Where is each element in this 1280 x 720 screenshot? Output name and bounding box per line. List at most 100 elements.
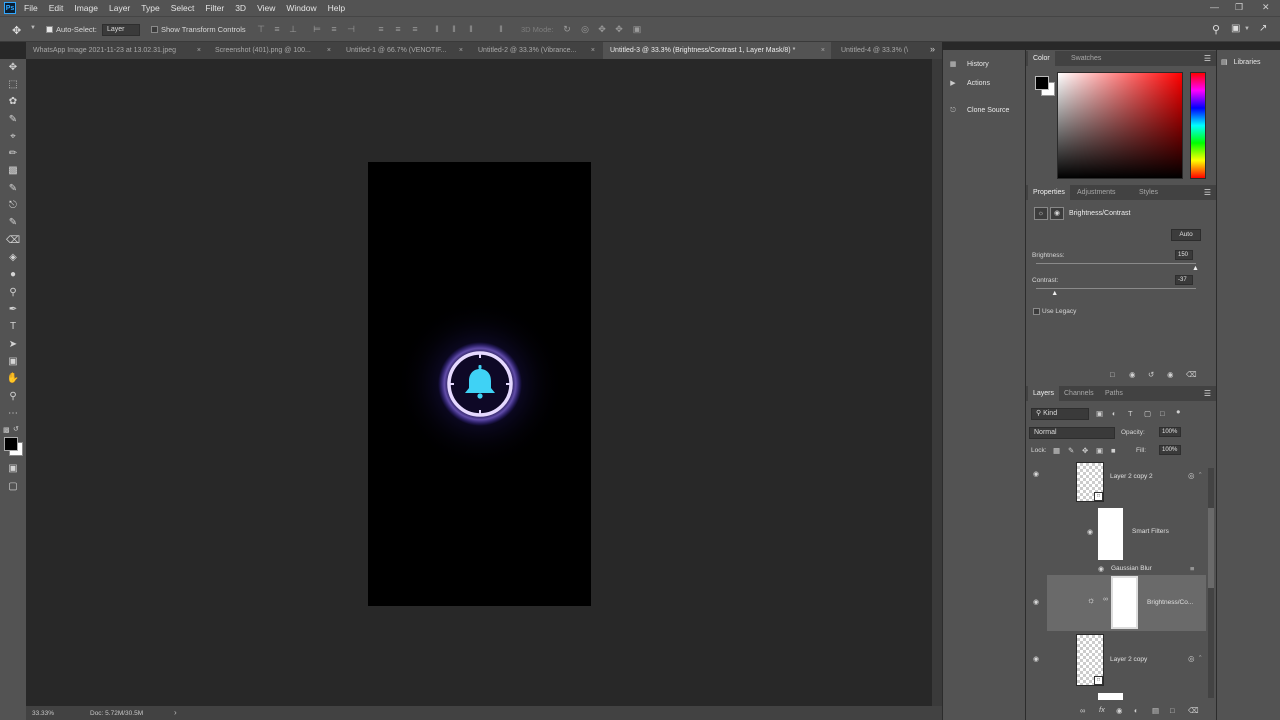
color-field[interactable] xyxy=(1057,72,1183,179)
panel-menu-icon[interactable]: ☰ xyxy=(1204,51,1211,66)
filter-adjustment-icon[interactable]: ◐ xyxy=(1112,409,1117,418)
lasso-tool-icon[interactable]: ✿ xyxy=(6,95,20,109)
distribute-right-icon[interactable]: ‖ xyxy=(466,24,476,34)
foreground-color-swatch[interactable] xyxy=(1035,76,1049,90)
new-adjustment-icon[interactable]: ◐ xyxy=(1134,706,1139,715)
visibility-eye-icon[interactable]: ◉ xyxy=(1033,655,1039,663)
tab-document[interactable]: Untitled-1 @ 66.7% (VENOTIF... × xyxy=(339,42,469,59)
quick-mask-icon[interactable]: ▣ xyxy=(6,462,20,476)
marquee-tool-icon[interactable]: ⬚ xyxy=(6,78,20,92)
lock-transparent-icon[interactable]: ▦ xyxy=(1053,446,1060,455)
close-icon[interactable]: × xyxy=(327,42,331,59)
panel-menu-icon[interactable]: ☰ xyxy=(1204,386,1211,401)
tab-document[interactable]: WhatsApp Image 2021-11-23 at 13.02.31.jp… xyxy=(26,42,207,59)
visibility-eye-icon[interactable]: ◉ xyxy=(1087,528,1093,536)
hue-slider[interactable] xyxy=(1190,72,1206,179)
tab-document[interactable]: Screenshot (401).png @ 100... × xyxy=(208,42,337,59)
contrast-slider-track[interactable] xyxy=(1036,288,1196,289)
scrollbar-thumb[interactable] xyxy=(1208,508,1214,588)
layer-row[interactable]: ◉ □ Layer 2 copy ◎ ˆ xyxy=(1026,632,1206,688)
tab-channels[interactable]: Channels xyxy=(1059,386,1099,401)
foreground-color-swatch[interactable] xyxy=(4,437,18,451)
tabs-overflow-icon[interactable]: » xyxy=(930,44,935,54)
delete-icon[interactable]: ⌫ xyxy=(1186,370,1197,379)
fx-icon[interactable]: fx xyxy=(1099,705,1105,714)
3d-slide-icon[interactable]: ✥ xyxy=(614,24,624,34)
align-right-icon[interactable]: ⊣ xyxy=(346,24,356,34)
visibility-icon[interactable]: ◉ xyxy=(1167,370,1174,379)
close-icon[interactable]: × xyxy=(591,42,595,59)
menu-edit[interactable]: Edit xyxy=(49,3,64,13)
menu-type[interactable]: Type xyxy=(141,3,159,13)
brightness-value-input[interactable]: 150 xyxy=(1175,250,1193,260)
paint-bucket-tool-icon[interactable]: ◈ xyxy=(6,251,20,265)
more-tools-icon[interactable]: ⋯ xyxy=(6,407,20,421)
3d-pan-icon[interactable]: ✥ xyxy=(597,24,607,34)
search-icon[interactable]: ⚲ xyxy=(1212,23,1220,36)
menu-help[interactable]: Help xyxy=(328,3,345,13)
fill-input[interactable]: 100% xyxy=(1159,445,1181,455)
use-legacy-checkbox[interactable] xyxy=(1033,308,1040,315)
menu-view[interactable]: View xyxy=(257,3,275,13)
hand-tool-icon[interactable]: ✋ xyxy=(6,372,20,386)
delete-layer-icon[interactable]: ⌫ xyxy=(1188,706,1199,715)
layer-name[interactable]: Brightness/Co... xyxy=(1147,599,1193,606)
view-previous-icon[interactable]: ◉ xyxy=(1129,370,1136,379)
layer-row-selected[interactable]: ☼ ∞ Brightness/Co... xyxy=(1047,575,1206,631)
smart-filters-row[interactable]: ◉ Smart Filters xyxy=(1026,506,1206,564)
brightness-slider-track[interactable] xyxy=(1036,263,1196,264)
brightness-slider-thumb[interactable]: ▲ xyxy=(1192,265,1199,272)
layer-mask-thumbnail[interactable] xyxy=(1111,576,1138,629)
move-tool-icon[interactable]: ✥ xyxy=(12,24,21,37)
align-bottom-icon[interactable]: ⊥ xyxy=(288,24,298,34)
filter-smart-object-icon[interactable]: □ xyxy=(1160,409,1165,418)
menu-filter[interactable]: Filter xyxy=(205,3,224,13)
reset-icon[interactable]: ↺ xyxy=(1148,370,1154,379)
layers-scrollbar[interactable] xyxy=(1208,468,1214,698)
add-mask-icon[interactable]: ◉ xyxy=(1116,706,1123,715)
tab-styles[interactable]: Styles xyxy=(1134,185,1163,200)
crop-tool-icon[interactable]: ⌖ xyxy=(6,130,20,144)
filter-kind-dropdown[interactable]: ⚲ Kind xyxy=(1031,408,1089,420)
show-transform-checkbox[interactable] xyxy=(151,26,158,33)
blending-options-icon[interactable]: ≡ xyxy=(1190,564,1194,573)
brush-tool-icon[interactable]: ✎ xyxy=(6,182,20,196)
align-hcenter-icon[interactable]: ≡ xyxy=(329,24,339,34)
layer-name[interactable]: Layer 2 copy 2 xyxy=(1110,473,1153,480)
chevron-up-icon[interactable]: ˆ xyxy=(1199,654,1202,663)
tab-document[interactable]: Untitled-4 @ 33.3% (\ xyxy=(834,42,924,59)
menu-layer[interactable]: Layer xyxy=(109,3,130,13)
link-icon[interactable]: ∞ xyxy=(1103,596,1108,603)
lock-position-icon[interactable]: ✥ xyxy=(1082,446,1088,455)
3d-scale-icon[interactable]: ▣ xyxy=(632,24,642,34)
healing-tool-icon[interactable]: ▩ xyxy=(6,164,20,178)
zoom-level[interactable]: 33.33% xyxy=(32,710,54,717)
dodge-tool-icon[interactable]: ⚲ xyxy=(6,286,20,300)
tab-properties[interactable]: Properties xyxy=(1028,185,1070,200)
contrast-slider-thumb[interactable]: ▲ xyxy=(1051,290,1058,297)
tab-color[interactable]: Color xyxy=(1028,51,1055,66)
auto-button[interactable]: Auto xyxy=(1171,229,1201,241)
lock-image-icon[interactable]: ✎ xyxy=(1068,446,1074,455)
distribute-hcenter-icon[interactable]: ‖ xyxy=(449,24,459,34)
smart-filter-link-icon[interactable]: ◎ xyxy=(1188,471,1195,480)
auto-select-checkbox[interactable] xyxy=(46,26,53,33)
distribute-vcenter-icon[interactable]: ≡ xyxy=(393,24,403,34)
tab-swatches[interactable]: Swatches xyxy=(1066,51,1106,66)
document-canvas[interactable] xyxy=(368,162,591,606)
new-group-icon[interactable]: ▤ xyxy=(1152,706,1159,715)
distribute-top-icon[interactable]: ≡ xyxy=(376,24,386,34)
share-icon[interactable]: ↗ xyxy=(1259,23,1267,34)
menu-window[interactable]: Window xyxy=(286,3,316,13)
visibility-eye-icon[interactable]: ◉ xyxy=(1033,598,1039,606)
tab-adjustments[interactable]: Adjustments xyxy=(1072,185,1121,200)
swap-colors-icon[interactable]: ↺ xyxy=(13,425,19,433)
auto-select-dropdown[interactable]: Layer xyxy=(102,24,140,36)
libraries-panel-button[interactable]: ▤ Libraries xyxy=(1221,58,1260,66)
pen-tool-icon[interactable]: ✒ xyxy=(6,303,20,317)
align-vcenter-icon[interactable]: ≡ xyxy=(272,24,282,34)
quick-select-tool-icon[interactable]: ✎ xyxy=(6,113,20,127)
type-tool-icon[interactable]: T xyxy=(6,320,20,334)
smart-filter-row[interactable]: ◉ Gaussian Blur ≡ xyxy=(1026,564,1206,575)
clip-to-layer-icon[interactable]: □ xyxy=(1110,370,1115,379)
